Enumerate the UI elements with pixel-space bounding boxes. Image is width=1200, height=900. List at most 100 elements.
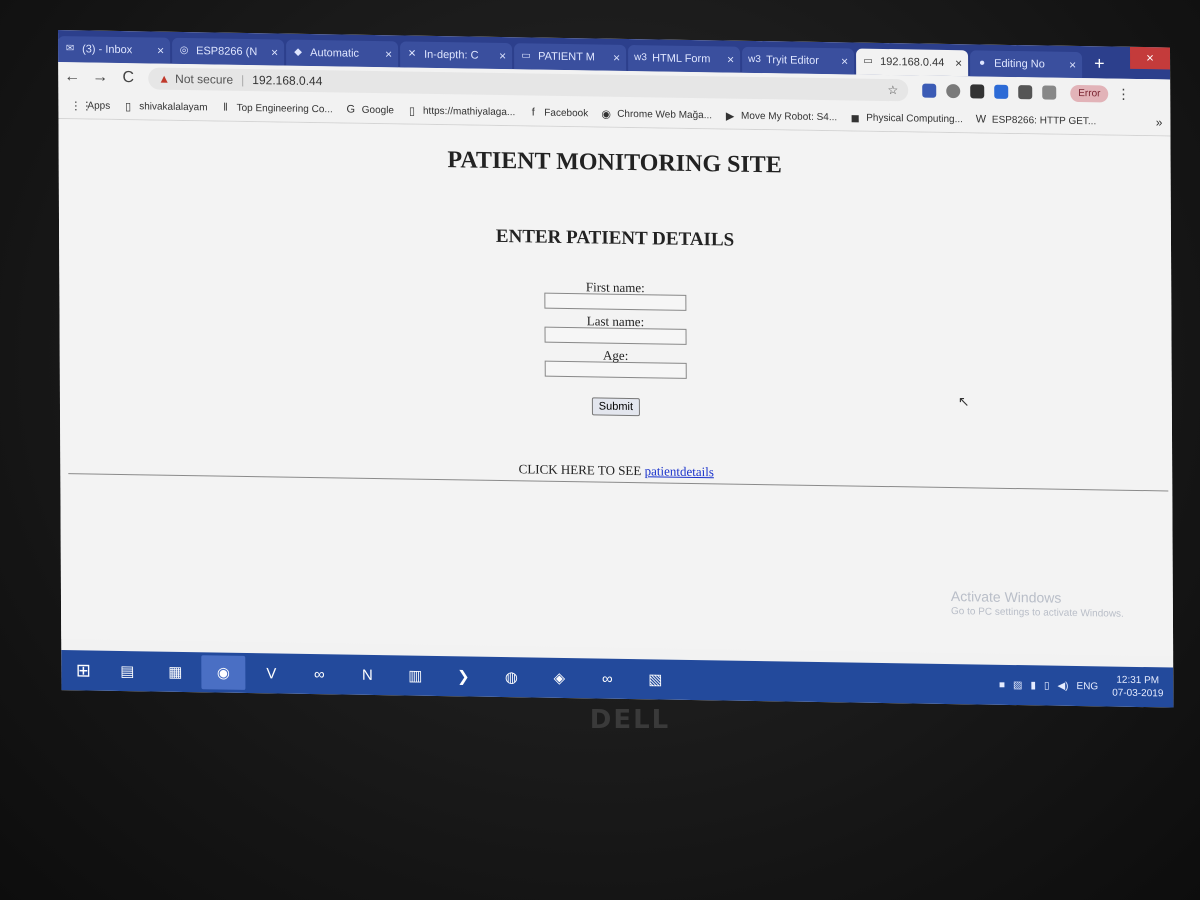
tab-close-icon[interactable]: × xyxy=(1069,58,1076,72)
bookmark-label: Google xyxy=(361,104,395,116)
tab-close-icon[interactable]: × xyxy=(955,56,962,70)
vs-icon[interactable]: V xyxy=(249,656,293,691)
address-separator: | xyxy=(241,72,245,87)
facebook-icon: f xyxy=(531,106,535,119)
vscode-icon[interactable]: ❯ xyxy=(441,659,485,694)
article-icon: ✕ xyxy=(407,48,417,60)
bookmark-item[interactable]: ▯ https://mathiyalaga... xyxy=(406,104,515,119)
click-here-text: CLICK HERE TO SEE xyxy=(518,461,642,479)
start-button[interactable]: ⊞ xyxy=(61,650,105,691)
submit-button[interactable]: Submit xyxy=(591,397,641,417)
bookmark-item[interactable]: ‖ Top Engineering Co... xyxy=(220,102,333,116)
tab-close-icon[interactable]: × xyxy=(841,54,848,68)
browser-menu-icon[interactable]: ⋮ xyxy=(1116,85,1130,102)
activate-windows-watermark: Activate Windows Go to PC settings to ac… xyxy=(951,588,1124,620)
tab-close-icon[interactable]: × xyxy=(271,45,278,59)
chrome-store-icon: ◉ xyxy=(601,108,612,121)
network-icon[interactable]: ▦ xyxy=(153,655,197,690)
clock-date: 07-03-2019 xyxy=(1112,687,1164,700)
arduino-icon[interactable]: ∞ xyxy=(585,661,629,696)
volume-icon[interactable]: ◀) xyxy=(1057,680,1068,691)
browser-tab[interactable]: w3 HTML Form × xyxy=(628,44,741,73)
tab-title: Automatic xyxy=(310,46,360,60)
back-button[interactable]: ← xyxy=(58,68,86,86)
patient-form: First name: Last name: Age: Submit xyxy=(59,271,1172,424)
language-indicator[interactable]: ENG xyxy=(1076,681,1098,692)
signal-icon[interactable]: ▮ xyxy=(1030,680,1036,691)
edit-icon: ● xyxy=(979,57,986,69)
tab-title: PATIENT M xyxy=(538,50,595,64)
bookmark-star-icon[interactable]: ☆ xyxy=(887,83,898,97)
browser-tab[interactable]: w3 Tryit Editor × xyxy=(742,46,855,75)
bookmark-item[interactable]: ▶ Move My Robot: S4... xyxy=(724,109,837,124)
bookmark-item[interactable]: W ESP8266: HTTP GET... xyxy=(975,113,1097,127)
last-name-input[interactable] xyxy=(544,326,687,345)
bookmark-label: shivakalalayam xyxy=(139,100,208,113)
app-icon[interactable]: ◍ xyxy=(489,660,533,695)
page-icon: ▯ xyxy=(408,105,416,118)
page-content: PATIENT MONITORING SITE ENTER PATIENT DE… xyxy=(58,119,1174,657)
network-icon[interactable]: ▨ xyxy=(1013,680,1023,691)
bookmark-item[interactable]: ▯ shivakalalayam xyxy=(122,100,207,114)
python-icon[interactable]: ◈ xyxy=(537,661,581,696)
first-name-input[interactable] xyxy=(544,292,687,311)
tab-close-icon[interactable]: × xyxy=(157,44,164,58)
extension-icon[interactable] xyxy=(922,83,937,98)
arduino-icon[interactable]: ∞ xyxy=(297,657,341,692)
profile-error-badge[interactable]: Error xyxy=(1070,84,1109,103)
browser-tab[interactable]: ▭ 192.168.0.44 × xyxy=(856,48,969,77)
bookmark-label: Facebook xyxy=(544,107,589,119)
bookmark-label: Physical Computing... xyxy=(866,112,963,125)
bookmark-item[interactable]: ◼ Physical Computing... xyxy=(849,111,963,126)
browser-tab[interactable]: ◎ ESP8266 (N × xyxy=(172,37,285,66)
browser-tab[interactable]: ▭ PATIENT M × xyxy=(514,43,627,71)
apps-icon: ⋮⋮ xyxy=(70,99,93,113)
tab-close-icon[interactable]: × xyxy=(499,49,506,63)
new-tab-button[interactable]: + xyxy=(1084,53,1115,78)
w3-icon: w3 xyxy=(634,52,647,64)
patient-details-link[interactable]: patientdetails xyxy=(645,463,714,479)
bookmarks-more-button[interactable]: » xyxy=(1156,115,1163,129)
system-tray: ■ ▨ ▮ ▯ ◀) ENG 12:31 PM 07-03-2019 xyxy=(991,672,1164,701)
cast-icon[interactable] xyxy=(1042,85,1057,100)
bookmark-item[interactable]: ⋮⋮ Apps xyxy=(70,99,110,113)
clock[interactable]: 12:31 PM 07-03-2019 xyxy=(1112,674,1163,701)
extensions-area xyxy=(922,83,1066,100)
age-input[interactable] xyxy=(544,360,687,379)
url-text[interactable]: 192.168.0.44 xyxy=(252,73,322,88)
battery-icon[interactable]: ▯ xyxy=(1044,680,1050,691)
puzzle-icon[interactable] xyxy=(1018,85,1033,100)
image-icon[interactable]: ▧ xyxy=(633,662,677,697)
bookmark-bars-icon: ‖ xyxy=(223,101,228,114)
shield-icon[interactable] xyxy=(994,84,1009,99)
tab-close-icon[interactable]: × xyxy=(613,51,620,65)
browser-tab[interactable]: ● Editing No × xyxy=(970,50,1083,79)
bookmark-item[interactable]: f Facebook xyxy=(527,106,589,119)
page-title: PATIENT MONITORING SITE xyxy=(447,147,782,179)
browser-tab[interactable]: ◆ Automatic × xyxy=(286,39,399,68)
notepad-icon[interactable]: ▥ xyxy=(393,658,437,693)
file-explorer-icon[interactable]: ▤ xyxy=(105,654,149,689)
tab-close-icon[interactable]: × xyxy=(727,53,734,67)
activate-windows-title: Activate Windows xyxy=(950,588,1062,606)
tray-app-icon[interactable]: ■ xyxy=(999,679,1005,690)
warning-icon[interactable]: ▲ xyxy=(158,72,170,86)
chrome-icon[interactable]: ◉ xyxy=(201,655,246,690)
bookmark-item[interactable]: G Google xyxy=(345,104,394,117)
browser-tab[interactable]: ✉ (3) - Inbox × xyxy=(58,36,171,64)
browser-tab[interactable]: ✕ In-depth: C × xyxy=(400,41,513,70)
extension-icon[interactable] xyxy=(946,83,961,99)
tab-close-icon[interactable]: × xyxy=(385,47,392,61)
activate-windows-subtitle: Go to PC settings to activate Windows. xyxy=(950,606,1124,620)
section-title: ENTER PATIENT DETAILS xyxy=(495,225,735,251)
camera-icon[interactable] xyxy=(970,84,985,99)
not-secure-label[interactable]: Not secure xyxy=(175,72,233,87)
mouse-cursor-icon: ↖ xyxy=(957,393,970,410)
reload-button[interactable]: C xyxy=(114,69,142,87)
bookmark-label: Apps xyxy=(87,99,111,112)
bookmark-label: Move My Robot: S4... xyxy=(741,110,838,123)
onenote-icon[interactable]: N xyxy=(345,658,389,693)
forward-button[interactable]: → xyxy=(86,68,114,86)
window-close-button[interactable]: × xyxy=(1129,46,1171,70)
bookmark-item[interactable]: ◉ Chrome Web Mağa... xyxy=(600,107,712,122)
